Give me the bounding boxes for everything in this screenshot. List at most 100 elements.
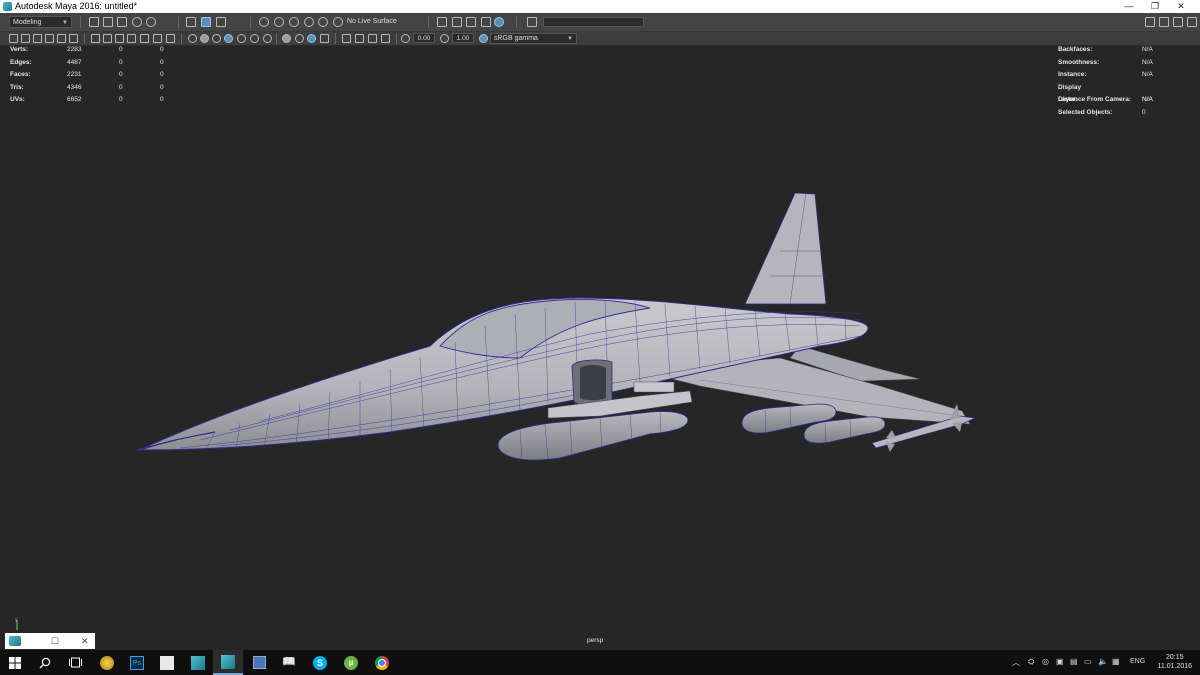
language-indicator[interactable]: ENG xyxy=(1130,658,1145,665)
channel-box-icon[interactable] xyxy=(1159,17,1169,27)
task-view-button[interactable] xyxy=(60,650,90,675)
open-scene-icon[interactable] xyxy=(103,17,113,27)
app-generic-icon xyxy=(160,655,174,670)
motion-blur-icon[interactable] xyxy=(295,34,304,43)
clock[interactable]: 20:15 11.01.2016 xyxy=(1157,653,1192,671)
xray-components-icon[interactable] xyxy=(381,34,390,43)
start-button[interactable] xyxy=(0,650,30,675)
live-surface-label[interactable]: No Live Surface xyxy=(347,16,397,28)
depth-of-field-icon[interactable] xyxy=(320,34,329,43)
render-current-icon[interactable] xyxy=(452,17,462,27)
tray-app-icon[interactable]: ▣ xyxy=(1056,657,1064,666)
exposure-icon[interactable] xyxy=(401,34,410,43)
field-chart-icon[interactable] xyxy=(140,34,149,43)
taskbar-app-1[interactable] xyxy=(92,650,122,675)
notifications-icon[interactable]: ▦ xyxy=(1112,657,1120,666)
xray-icon[interactable] xyxy=(355,34,364,43)
grease-pencil-icon[interactable] xyxy=(69,34,78,43)
camera-attributes-icon[interactable] xyxy=(21,34,30,43)
image-plane-icon[interactable] xyxy=(45,34,54,43)
tray-app-icon[interactable]: ▤ xyxy=(1070,657,1078,666)
select-component-icon[interactable] xyxy=(216,17,226,27)
isolate-select-icon[interactable] xyxy=(342,34,351,43)
restore-button[interactable]: ❐ xyxy=(1142,0,1168,13)
menu-set-label: Modeling xyxy=(13,19,42,26)
taskbar-photoshop[interactable]: Ps xyxy=(122,650,152,675)
select-object-icon[interactable] xyxy=(201,17,211,27)
taskbar-chrome[interactable] xyxy=(367,650,397,675)
taskbar-maya-2[interactable] xyxy=(213,650,243,675)
wireframe-icon[interactable] xyxy=(188,34,197,43)
attribute-editor-icon[interactable] xyxy=(1173,17,1183,27)
search-button[interactable] xyxy=(30,650,60,675)
taskbar-save-app[interactable] xyxy=(244,650,274,675)
color-management-icon[interactable] xyxy=(479,34,488,43)
gamma-input[interactable]: 1.00 xyxy=(452,33,474,43)
network-icon[interactable]: ▭ xyxy=(1084,657,1092,666)
tray-app-icon[interactable]: ◎ xyxy=(1042,657,1049,666)
safe-action-icon[interactable] xyxy=(153,34,162,43)
safe-title-icon[interactable] xyxy=(166,34,175,43)
minimized-window[interactable]: ☐ ✕ xyxy=(5,633,95,649)
snap-surface-icon[interactable] xyxy=(318,17,328,27)
minimize-button[interactable]: — xyxy=(1116,0,1142,13)
textured-icon[interactable] xyxy=(237,34,246,43)
taskbar-reader[interactable]: 📖 xyxy=(274,650,304,675)
search-input[interactable] xyxy=(543,17,644,27)
default-material-icon[interactable] xyxy=(212,34,221,43)
jet-wireframe-model[interactable] xyxy=(0,46,1200,632)
taskbar-utorrent[interactable]: µ xyxy=(336,650,366,675)
close-button[interactable]: ✕ xyxy=(1168,0,1194,13)
volume-icon[interactable]: 🔈 xyxy=(1098,657,1108,666)
workspace-icon[interactable] xyxy=(1145,17,1155,27)
bookmarks-icon[interactable] xyxy=(33,34,42,43)
wireframe-on-shaded-icon[interactable] xyxy=(224,34,233,43)
film-gate-icon[interactable] xyxy=(103,34,112,43)
hypershade-icon[interactable] xyxy=(494,17,504,27)
smooth-shade-icon[interactable] xyxy=(200,34,209,43)
tool-settings-icon[interactable] xyxy=(1187,17,1197,27)
menu-set-dropdown[interactable]: Modeling ▼ xyxy=(9,16,72,28)
gate-mask-icon[interactable] xyxy=(127,34,136,43)
save-scene-icon[interactable] xyxy=(117,17,127,27)
separator xyxy=(178,16,179,28)
shadows-icon[interactable] xyxy=(263,34,272,43)
lights-icon[interactable] xyxy=(250,34,259,43)
snap-grid-icon[interactable] xyxy=(259,17,269,27)
redo-icon[interactable] xyxy=(146,17,156,27)
snap-curve-icon[interactable] xyxy=(274,17,284,27)
xray-joints-icon[interactable] xyxy=(368,34,377,43)
taskbar-app-2[interactable] xyxy=(152,650,182,675)
new-scene-icon[interactable] xyxy=(89,17,99,27)
2d-pan-zoom-icon[interactable] xyxy=(57,34,66,43)
select-hierarchy-icon[interactable] xyxy=(186,17,196,27)
resolution-gate-icon[interactable] xyxy=(115,34,124,43)
taskbar-skype[interactable]: S xyxy=(305,650,335,675)
chrome-icon xyxy=(375,655,389,670)
snap-point-icon[interactable] xyxy=(289,17,299,27)
snap-view-plane-icon[interactable] xyxy=(304,17,314,27)
live-surface-icon[interactable] xyxy=(333,17,343,27)
ambient-occlusion-icon[interactable] xyxy=(282,34,291,43)
render-settings-icon[interactable] xyxy=(481,17,491,27)
camera-icon[interactable] xyxy=(9,34,18,43)
input-line-icon[interactable] xyxy=(527,17,537,27)
show-hidden-icons-icon[interactable]: ︿ xyxy=(1012,657,1020,668)
chevron-down-icon: ▼ xyxy=(62,20,68,26)
air-intake xyxy=(571,359,613,406)
undo-icon[interactable] xyxy=(132,17,142,27)
viewport-persp[interactable]: Verts: 2283 0 0 Edges: 4487 0 0 Faces: 2… xyxy=(0,46,1200,644)
close-icon[interactable]: ✕ xyxy=(81,635,89,647)
exposure-input[interactable]: 0.00 xyxy=(413,33,435,43)
view-transform-dropdown[interactable]: sRGB gamma ▼ xyxy=(490,33,577,44)
taskbar-maya-1[interactable] xyxy=(183,650,213,675)
grid-icon[interactable] xyxy=(91,34,100,43)
ipr-render-icon[interactable] xyxy=(466,17,476,27)
maya-logo-icon xyxy=(9,636,21,646)
render-frame-icon[interactable] xyxy=(437,17,447,27)
anti-aliasing-icon[interactable] xyxy=(307,34,316,43)
tray-app-icon[interactable]: ⛭ xyxy=(1028,657,1034,667)
gamma-icon[interactable] xyxy=(440,34,449,43)
windows-taskbar: Ps 📖 S µ ︿ ⛭ ◎ ▣ ▤ ▭ 🔈 ▦ ENG 20:15 11.01… xyxy=(0,650,1200,675)
maximize-icon[interactable]: ☐ xyxy=(51,635,59,647)
